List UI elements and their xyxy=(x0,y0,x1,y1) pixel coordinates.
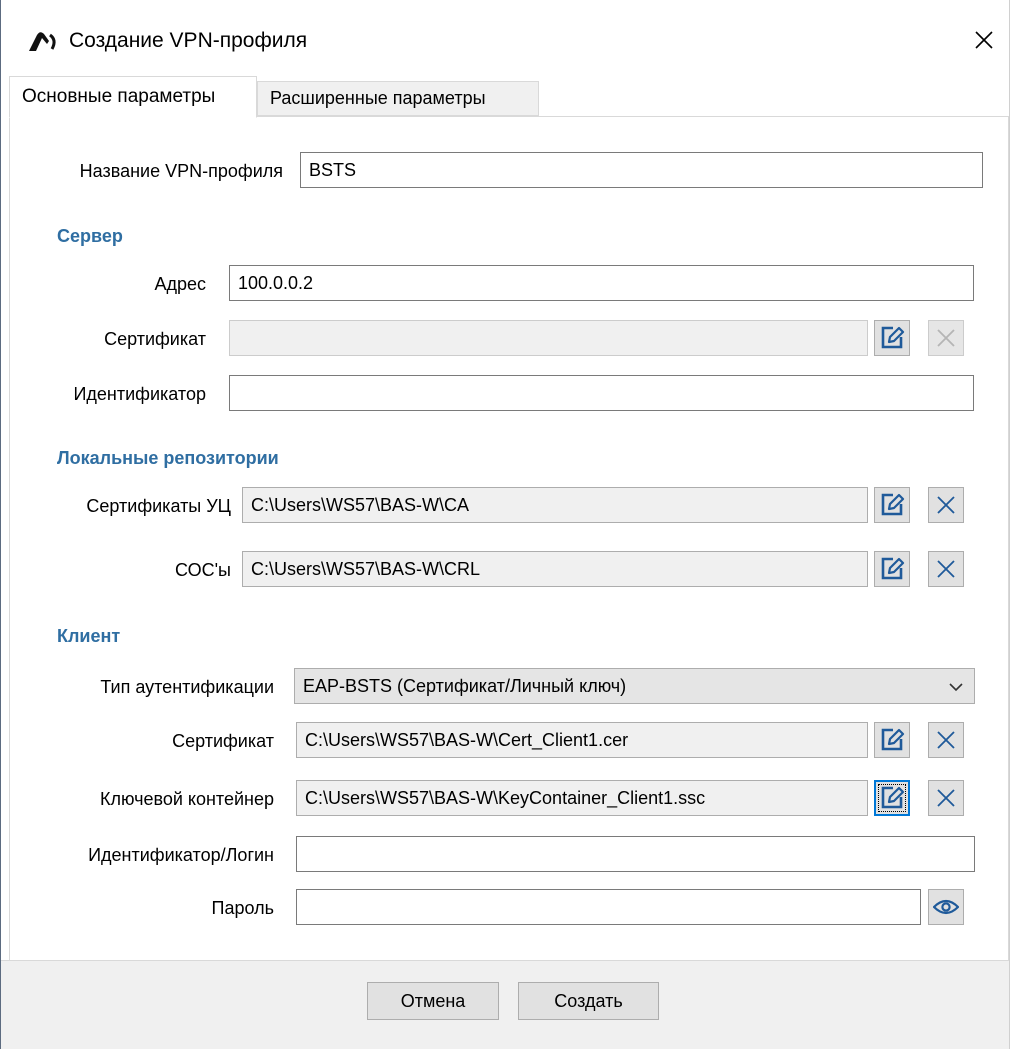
login-input[interactable] xyxy=(296,836,975,872)
tab-basic-params[interactable]: Основные параметры xyxy=(9,76,257,118)
tab-advanced-params[interactable]: Расширенные параметры xyxy=(257,81,539,116)
ca-certs-path-input: C:\Users\WS57\BAS-W\CA xyxy=(242,487,868,523)
client-cert-label: Сертификат xyxy=(172,731,274,751)
clear-icon xyxy=(937,789,955,807)
login-label: Идентификатор/Логин xyxy=(88,845,274,865)
edit-icon xyxy=(881,728,905,751)
app-logo-icon xyxy=(29,32,56,51)
ca-certs-clear-button[interactable] xyxy=(928,487,964,523)
clear-icon xyxy=(937,496,955,514)
ca-certs-edit-button[interactable] xyxy=(874,487,910,523)
crl-label: СОС'ы xyxy=(175,560,231,580)
key-container-path-input: C:\Users\WS57\BAS-W\KeyContainer_Client1… xyxy=(296,780,868,816)
server-section-heading: Сервер xyxy=(57,226,123,246)
server-cert-edit-button[interactable] xyxy=(874,320,910,356)
auth-type-selected-value: EAP-BSTS (Сертификат/Личный ключ) xyxy=(303,675,627,696)
server-id-label: Идентификатор xyxy=(73,384,206,404)
crl-path-input: C:\Users\WS57\BAS-W\CRL xyxy=(242,551,868,587)
window-title: Создание VPN-профиля xyxy=(69,29,308,52)
key-container-label: Ключевой контейнер xyxy=(99,789,274,809)
key-container-edit-button[interactable] xyxy=(874,780,910,816)
edit-icon xyxy=(881,557,905,580)
title-bar: Создание VPN-профиля xyxy=(1,0,1009,84)
server-id-input[interactable] xyxy=(229,375,974,411)
eye-icon xyxy=(933,899,959,915)
tab-bar: Основные параметры Расширенные параметры xyxy=(9,76,1009,118)
cancel-button[interactable]: Отмена xyxy=(367,982,499,1020)
password-input[interactable] xyxy=(296,889,921,925)
crl-edit-button[interactable] xyxy=(874,551,910,587)
edit-icon xyxy=(881,493,905,516)
chevron-down-icon xyxy=(949,683,963,692)
clear-icon xyxy=(937,731,955,749)
clear-icon xyxy=(937,329,955,347)
dialog-footer: Отмена Создать xyxy=(1,961,1009,1049)
crl-clear-button[interactable] xyxy=(928,551,964,587)
server-address-input[interactable]: 100.0.0.2 xyxy=(229,265,974,301)
vpn-profile-dialog: Создание VPN-профиля Основные параметры … xyxy=(0,0,1010,1049)
auth-type-label: Тип аутентификации xyxy=(100,677,274,697)
close-icon xyxy=(975,31,993,49)
key-container-clear-button[interactable] xyxy=(928,780,964,816)
client-cert-path-input: C:\Users\WS57\BAS-W\Cert_Client1.cer xyxy=(296,722,868,758)
show-password-button[interactable] xyxy=(928,889,964,925)
close-button[interactable] xyxy=(961,20,1007,60)
server-cert-label: Сертификат xyxy=(104,329,206,349)
ca-certs-label: Сертификаты УЦ xyxy=(86,496,231,516)
client-cert-clear-button[interactable] xyxy=(928,722,964,758)
profile-name-label: Название VPN-профиля xyxy=(79,161,283,181)
auth-type-select[interactable]: EAP-BSTS (Сертификат/Личный ключ) xyxy=(294,668,975,704)
password-label: Пароль xyxy=(211,898,274,918)
edit-icon xyxy=(881,786,905,809)
basic-params-panel xyxy=(9,116,1009,961)
clear-icon xyxy=(937,560,955,578)
server-cert-clear-button[interactable] xyxy=(928,320,964,356)
edit-icon xyxy=(881,326,905,349)
repos-section-heading: Локальные репозитории xyxy=(57,448,279,468)
server-cert-input xyxy=(229,320,868,356)
client-cert-edit-button[interactable] xyxy=(874,722,910,758)
client-section-heading: Клиент xyxy=(57,626,121,646)
server-address-label: Адрес xyxy=(154,274,206,294)
create-button[interactable]: Создать xyxy=(518,982,659,1020)
profile-name-input[interactable]: BSTS xyxy=(300,152,983,188)
